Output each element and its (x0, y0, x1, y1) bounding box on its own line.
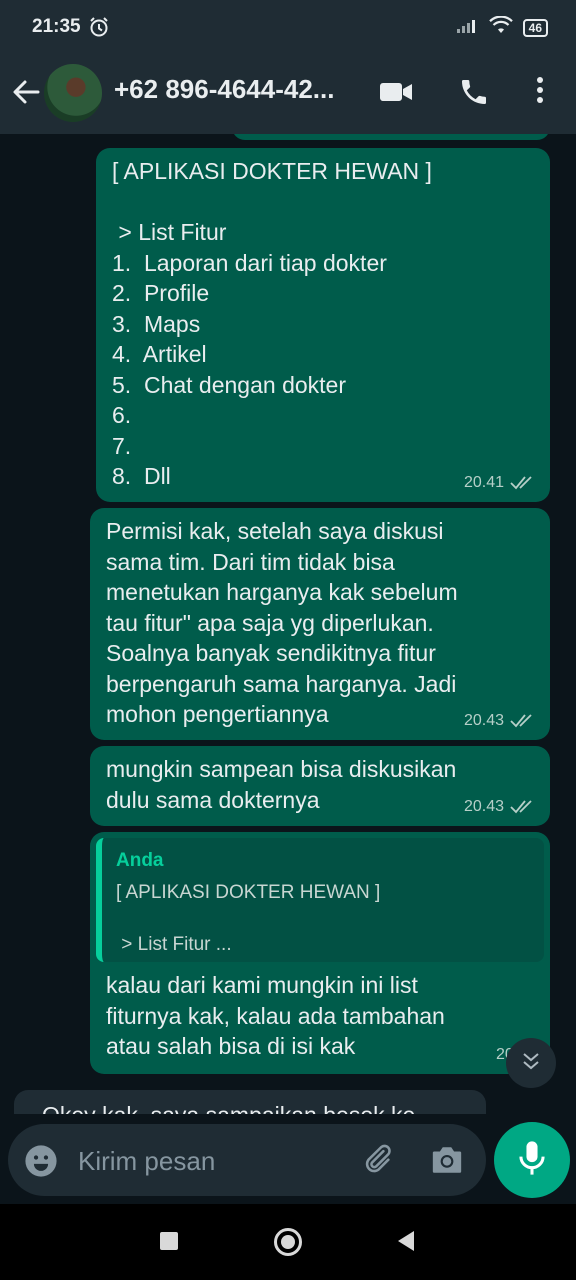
reply-message-bubble[interactable]: Anda [ APLIKASI DOKTER HEWAN ] > List Fi… (90, 832, 550, 1074)
double-chevron-down-icon (520, 1050, 542, 1077)
chat-header: +62 896-4644-42... (0, 56, 576, 134)
message-text: Permisi kak, setelah saya diskusi sama t… (106, 518, 458, 727)
voice-message-button[interactable] (494, 1122, 570, 1198)
alarm-icon (88, 16, 110, 43)
more-options-icon[interactable] (530, 74, 550, 111)
message-text: [ APLIKASI DOKTER HEWAN ] > List Fitur 1… (112, 158, 432, 489)
back-arrow-icon[interactable] (10, 76, 42, 113)
wifi-icon (488, 15, 513, 39)
system-navigation-bar (0, 1204, 576, 1280)
recents-button[interactable] (160, 1232, 178, 1250)
double-check-icon (510, 713, 536, 729)
video-call-icon[interactable] (378, 78, 414, 111)
double-check-icon (510, 799, 536, 815)
contact-name[interactable]: +62 896-4644-42... (114, 74, 334, 105)
status-icons: 46 (456, 15, 548, 39)
double-check-icon (510, 475, 536, 491)
message-composer (8, 1124, 486, 1196)
incoming-message-bubble[interactable]: Okey kak, saya sampaikan besok ke (14, 1090, 486, 1114)
quote-author: Anda (116, 850, 164, 871)
message-meta: 20.41 (464, 474, 536, 492)
chat-area[interactable]: [ APLIKASI DOKTER HEWAN ] > List Fitur 1… (0, 134, 576, 1114)
scroll-to-bottom-button[interactable] (506, 1038, 556, 1088)
message-time: 20.43 (463, 712, 504, 729)
message-text: Okey kak, saya sampaikan besok ke (42, 1102, 415, 1114)
message-input[interactable] (76, 1142, 340, 1180)
attach-icon[interactable] (360, 1142, 394, 1181)
status-time: 21:35 (32, 16, 81, 37)
system-back-icon[interactable] (396, 1230, 416, 1257)
message-bubble[interactable]: [ APLIKASI DOKTER HEWAN ] > List Fitur 1… (96, 148, 550, 502)
signal-icon (456, 17, 479, 38)
voice-call-icon[interactable] (458, 76, 490, 113)
message-time: 20.41 (463, 474, 504, 491)
message-meta: 20.43 (464, 712, 536, 730)
contact-avatar[interactable] (44, 64, 102, 122)
emoji-icon[interactable] (24, 1144, 58, 1183)
camera-icon[interactable] (430, 1144, 464, 1181)
status-bar: 21:35 46 (0, 0, 576, 56)
message-bubble-partial (232, 134, 550, 140)
message-meta: 20.43 (464, 798, 536, 816)
quoted-message[interactable]: Anda [ APLIKASI DOKTER HEWAN ] > List Fi… (96, 838, 544, 962)
message-bubble[interactable]: mungkin sampean bisa diskusikan dulu sam… (90, 746, 550, 826)
message-text: kalau dari kami mungkin ini list fiturny… (106, 972, 445, 1059)
quote-text: [ APLIKASI DOKTER HEWAN ] > List Fitur .… (116, 882, 381, 955)
home-button[interactable] (274, 1228, 302, 1256)
message-bubble[interactable]: Permisi kak, setelah saya diskusi sama t… (90, 508, 550, 740)
battery-icon: 46 (522, 18, 548, 37)
microphone-icon (517, 1140, 547, 1181)
message-time: 20.43 (463, 798, 504, 815)
